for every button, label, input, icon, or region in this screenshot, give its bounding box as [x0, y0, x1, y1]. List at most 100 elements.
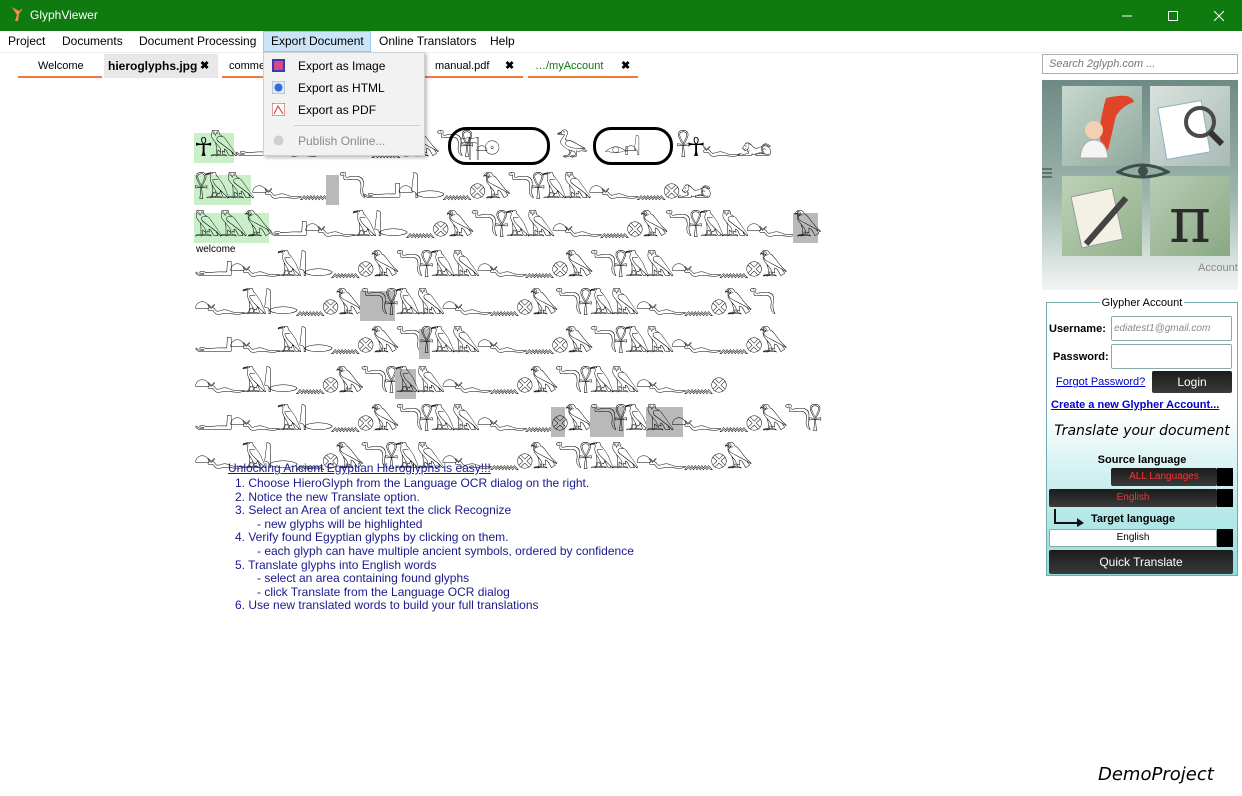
tab-label: hieroglyphs.jpg	[108, 59, 198, 73]
tab-manual[interactable]: manual.pdf ✖	[423, 54, 523, 78]
maximize-button[interactable]	[1150, 0, 1196, 31]
target-scrollbar[interactable]	[1217, 529, 1233, 547]
tab-close-icon[interactable]: ✖	[621, 54, 630, 78]
glyph-row: 𓅓𓅓𓅃𓂝𓏏𓆑𓄿𓇋𓂋𓈖𓊖𓅃𓆓𓋹𓄿𓅓𓏏𓆑𓈖𓊖𓅃𓆓𓋹𓄿𓅓𓏏𓆑𓅃	[194, 213, 822, 243]
source-scrollbar[interactable]	[1217, 468, 1233, 486]
instruction-step: 1. Choose HieroGlyph from the Language O…	[235, 476, 590, 490]
glyph-row: 𓏏𓆑𓄿𓇋𓂋𓈖𓊖𓅃𓆓𓋹𓄿𓅓𓏏𓆑𓈖𓊖𓅃𓆓𓋹𓄿𓅓𓏏𓆑𓈖𓊖𓅃𓆓	[194, 291, 777, 321]
tab-label: …/myAccount	[535, 60, 604, 72]
menu-item-label: Publish Online...	[298, 134, 386, 148]
instruction-step: 3. Select an Area of ancient text the cl…	[235, 503, 512, 517]
instruction-step: 6. Use new translated words to build you…	[235, 598, 539, 612]
glyph-row: 𓊹𓊹𓏏𓇳	[460, 136, 500, 160]
tab-bar: Welcome hieroglyphs.jpg ✖ comme manual.p…	[18, 54, 1038, 78]
menu-documents[interactable]: Documents	[56, 31, 129, 52]
pi-icon: π	[1169, 184, 1211, 258]
menu-separator	[294, 125, 420, 126]
menu-item-export-pdf[interactable]: Export as PDF	[264, 99, 424, 121]
tab-close-icon[interactable]: ✖	[200, 54, 209, 78]
instruction-substep: - select an area containing found glyphs	[257, 571, 470, 585]
glyph-row: 𓋹𓄿𓅓𓏏𓆑𓈖 𓆓𓂝𓏏𓇋𓂋𓈖𓊖𓅃𓆓𓋹𓄿𓅓𓏏𓆑𓈖𓊖𓃭	[194, 175, 712, 205]
minimize-icon	[1122, 15, 1132, 16]
password-label: Password:	[1053, 351, 1109, 363]
image-icon	[272, 59, 285, 72]
maximize-icon	[1168, 10, 1178, 21]
edit-document-tile[interactable]	[1062, 176, 1142, 256]
search-input[interactable]	[1042, 54, 1238, 74]
account-panel-title: Glypher Account	[1047, 297, 1237, 309]
source-language-label: Source language	[1097, 454, 1187, 466]
menu-item-export-image[interactable]: Export as Image	[264, 55, 424, 77]
pdf-icon	[272, 103, 285, 116]
tab-close-icon[interactable]: ✖	[505, 54, 514, 78]
menu-online-translators[interactable]: Online Translators	[373, 31, 482, 52]
close-icon	[1214, 10, 1224, 21]
tab-hieroglyphs[interactable]: hieroglyphs.jpg ✖	[104, 54, 218, 78]
title-bar: GlyphViewer	[0, 0, 1242, 31]
search-document-tile[interactable]	[1150, 86, 1230, 166]
panel-grip-icon[interactable]	[1042, 166, 1052, 180]
instruction-step: 4. Verify found Egyptian glyphs by click…	[235, 530, 509, 544]
menu-help[interactable]: Help	[484, 31, 521, 52]
account-link[interactable]: Account	[1198, 262, 1238, 274]
tab-label: comme	[229, 60, 266, 72]
password-field[interactable]	[1111, 344, 1232, 369]
tools-panel: π	[1042, 80, 1238, 290]
minimize-button[interactable]	[1104, 0, 1150, 31]
eye-of-horus-icon	[1116, 163, 1170, 179]
source-language-option[interactable]: English	[1049, 489, 1217, 507]
create-account-link[interactable]: Create a new Glypher Account...	[1051, 399, 1219, 411]
glyph-row: 𓂝𓏏𓆑𓄿𓇋𓂋𓈖𓊖𓅃𓆓𓋹𓄿𓅓𓏏𓆑𓈖𓊖𓅃𓆓𓋹𓄿𓅓𓏏𓆑𓈖𓊖𓅃	[194, 329, 788, 359]
pi-tile[interactable]: π	[1150, 176, 1230, 258]
account-tile[interactable]	[1062, 86, 1142, 166]
menu-item-export-html[interactable]: Export as HTML	[264, 77, 424, 99]
menu-item-label: Export as Image	[298, 59, 386, 73]
tab-comments[interactable]: comme	[222, 54, 266, 78]
export-document-menu: Export as Image Export as HTML Export as…	[263, 52, 425, 156]
menu-bar: Project Documents Document Processing Ex…	[0, 31, 1242, 53]
username-label: Username:	[1049, 323, 1106, 335]
glyph-row: 𓂝𓏏𓆑𓄿𓇋𓂋𓈖𓊖𓅃𓆓𓋹𓄿𓅓𓏏𓆑𓈖𓊖𓅃𓆓𓋹𓄿𓅓𓏏𓆑𓈖𓊖𓅃𓆓𓋹	[194, 407, 822, 437]
instructions-heading[interactable]: Unlocking Ancient Egyptian Hieroglyphs i…	[228, 461, 491, 476]
username-field[interactable]: ediatest1@gmail.com	[1111, 316, 1232, 341]
search-document-icon	[1157, 99, 1225, 161]
svg-text:π: π	[1169, 184, 1211, 256]
menu-item-publish-online: Publish Online...	[264, 130, 424, 152]
glyph-row: 𓂝𓏏𓆑𓄿𓇋𓂋𓈖𓊖𓅃𓆓𓋹𓄿𓅓𓏏𓆑𓈖𓊖𓅃𓆓𓋹𓄿𓅓𓏏𓆑𓈖𓊖𓅃	[194, 253, 788, 283]
login-button[interactable]: Login	[1152, 371, 1232, 393]
target-language-select[interactable]: English	[1049, 529, 1217, 547]
project-name-label: DemoProject	[1098, 764, 1214, 785]
menu-item-label: Export as HTML	[298, 81, 385, 95]
tab-myaccount[interactable]: …/myAccount ✖	[528, 54, 638, 78]
welcome-caption: welcome	[196, 244, 236, 255]
glyph-row: 𓅭	[556, 133, 589, 163]
publish-icon	[273, 135, 284, 146]
tab-label: manual.pdf	[435, 60, 490, 72]
app-logo-icon	[12, 7, 23, 21]
source-language-option[interactable]: ALL Languages	[1111, 468, 1217, 486]
translate-heading: Translate your document	[1054, 423, 1230, 439]
close-button[interactable]	[1196, 0, 1242, 31]
edit-document-icon	[1070, 187, 1129, 249]
tab-label: Welcome	[38, 60, 84, 72]
forgot-password-link[interactable]: Forgot Password?	[1056, 376, 1145, 388]
menu-project[interactable]: Project	[2, 31, 51, 52]
account-title-text: Glypher Account	[1099, 297, 1185, 309]
account-icon	[1079, 95, 1134, 159]
glyph-row: 𓋹☥𓆑𓃭	[676, 133, 772, 163]
menu-item-label: Export as PDF	[298, 103, 377, 117]
menu-document-processing[interactable]: Document Processing	[133, 31, 262, 52]
html-icon	[272, 81, 285, 94]
arrow-right-icon	[1054, 509, 1084, 527]
target-language-label: Target language	[1091, 513, 1176, 525]
source-scrollbar[interactable]	[1217, 489, 1233, 507]
glypher-account-panel: Glypher Account Username: ediatest1@gmai…	[1046, 297, 1238, 576]
tab-welcome[interactable]: Welcome	[18, 54, 102, 78]
instruction-substep: - each glyph can have multiple ancient s…	[257, 544, 634, 558]
menu-export-document[interactable]: Export Document	[263, 31, 371, 52]
grip-lines-icon	[1042, 168, 1052, 178]
glyph-row: 𓏏𓆑𓄿𓇋𓂋𓈖𓊖𓅃𓆓𓋹𓄿𓅓𓏏𓆑𓈖𓊖𓅃𓆓𓋹𓄿𓅓𓏏𓆑𓈖𓊖	[194, 369, 728, 399]
window-title: GlyphViewer	[30, 8, 98, 22]
glyph-row: 𓁹𓏤𓏏𓇋	[604, 136, 640, 160]
quick-translate-button[interactable]: Quick Translate	[1049, 550, 1233, 574]
